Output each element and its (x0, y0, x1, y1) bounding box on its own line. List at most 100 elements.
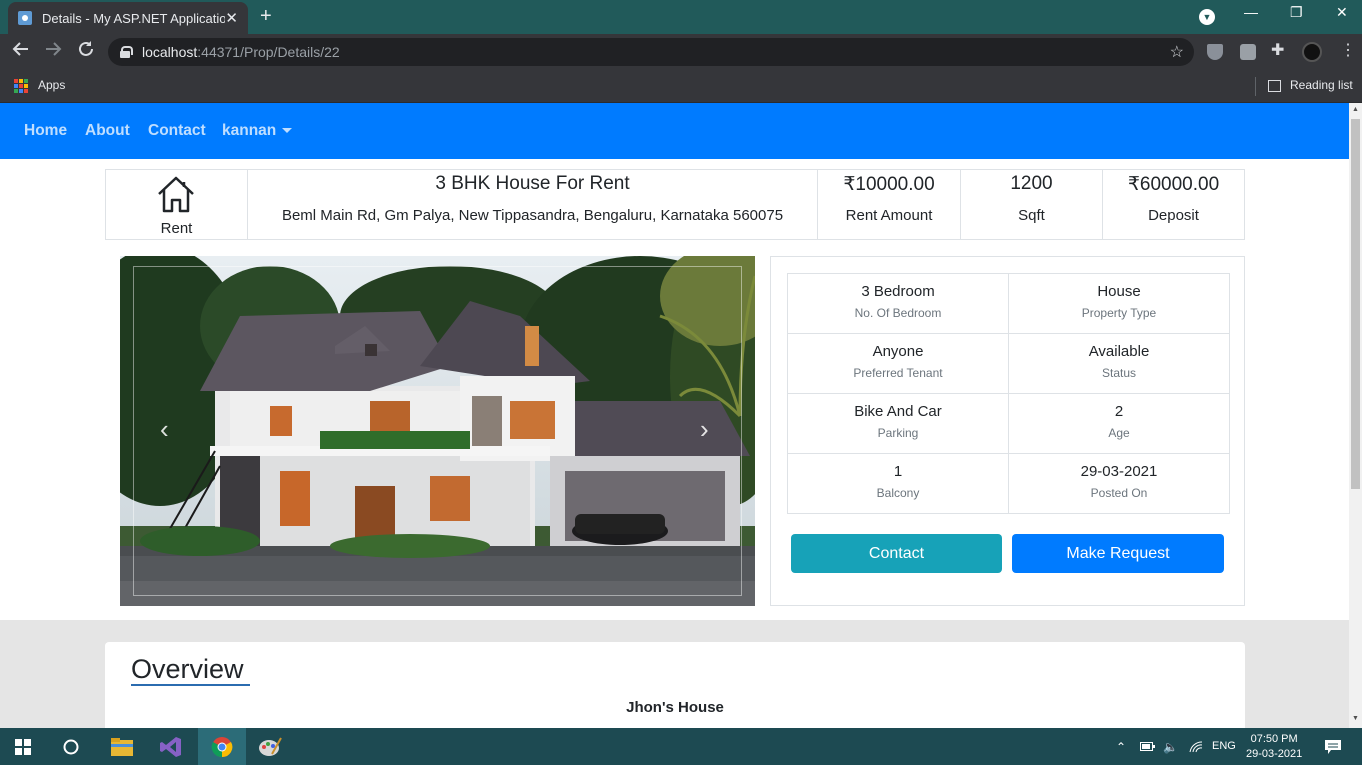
paint-icon[interactable] (258, 736, 282, 758)
scrollbar-thumb[interactable] (1351, 119, 1360, 489)
area-label: Sqft (1018, 207, 1045, 224)
detail-value: Bike And Car (854, 403, 942, 420)
star-icon[interactable]: ☆ (1170, 42, 1184, 62)
bookmarks-bar: Apps Reading list (0, 70, 1362, 103)
window-close-button[interactable]: ✕ (1336, 4, 1348, 21)
detail-value: 29-03-2021 (1080, 463, 1158, 480)
tab-title: Details - My ASP.NET Application (42, 10, 226, 26)
detail-balcony: 1 Balcony (787, 453, 1009, 514)
reading-list-icon[interactable] (1268, 80, 1281, 92)
cortana-icon[interactable] (63, 739, 79, 755)
detail-value: 3 Bedroom (861, 283, 935, 300)
nav-user-dropdown[interactable]: kannan (222, 122, 293, 140)
page-scrollbar[interactable]: ▲ ▼ (1349, 103, 1362, 728)
tab-search-icon[interactable]: ▼ (1199, 9, 1215, 25)
detail-value: Available (1088, 343, 1150, 360)
notification-center-icon[interactable] (1325, 740, 1341, 754)
bookmarks-separator (1255, 77, 1256, 96)
user-name: kannan (222, 122, 277, 139)
url-path: :44371/Prop/Details/22 (197, 44, 340, 60)
detail-label: No. Of Bedroom (854, 306, 942, 320)
browser-toolbar: localhost:44371/Prop/Details/22 ☆ ✚ ⋮ (0, 34, 1362, 70)
property-address: Beml Main Rd, Gm Palya, New Tippasandra,… (281, 207, 784, 224)
site-navbar: Home About Contact kannan (0, 103, 1349, 159)
lock-icon[interactable] (120, 46, 133, 58)
scroll-up-icon[interactable]: ▲ (1352, 106, 1359, 113)
battery-icon[interactable] (1140, 742, 1155, 751)
area-cell: 1200 Sqft (961, 170, 1103, 239)
detail-posted-on: 29-03-2021 Posted On (1008, 453, 1230, 514)
file-explorer-icon[interactable] (111, 738, 133, 756)
rent-amount-label: Rent Amount (845, 207, 933, 224)
apps-grid-icon[interactable] (14, 79, 28, 93)
browser-tab[interactable]: Details - My ASP.NET Application ✕ (8, 2, 248, 34)
detail-label: Posted On (1090, 486, 1148, 500)
detail-status: Available Status (1008, 333, 1230, 394)
chrome-icon[interactable] (211, 736, 233, 758)
shield-extension-icon[interactable] (1207, 44, 1223, 60)
listing-type-cell: Rent (106, 170, 248, 239)
forward-arrow-icon[interactable] (44, 40, 62, 64)
rent-amount-value: ₹10000.00 (843, 174, 935, 195)
minimize-button[interactable]: — (1244, 4, 1258, 20)
tab-close-icon[interactable]: ✕ (225, 9, 238, 27)
page-viewport: Home About Contact kannan Rent 3 BHK Hou… (0, 103, 1349, 728)
nav-about[interactable]: About (85, 122, 130, 140)
language-indicator[interactable]: ENG (1212, 740, 1236, 752)
restore-button[interactable]: ❐ (1290, 4, 1303, 21)
detail-bedroom: 3 Bedroom No. Of Bedroom (787, 273, 1009, 334)
detail-label: Age (1108, 426, 1130, 440)
caret-down-icon (282, 128, 293, 134)
overview-underline (131, 684, 250, 686)
address-bar[interactable]: localhost:44371/Prop/Details/22 ☆ (108, 38, 1194, 66)
detail-value: 1 (893, 463, 903, 480)
detail-label: Preferred Tenant (853, 366, 943, 380)
detail-label: Status (1101, 366, 1137, 380)
detail-parking: Bike And Car Parking (787, 393, 1009, 454)
favicon-icon (18, 11, 32, 25)
wifi-icon[interactable] (1189, 741, 1203, 753)
extension-r-icon[interactable] (1240, 44, 1256, 60)
home-icon (158, 176, 194, 213)
chrome-menu-icon[interactable]: ⋮ (1340, 40, 1356, 62)
profile-avatar[interactable] (1302, 42, 1322, 62)
clock-date: 29-03-2021 (1246, 748, 1303, 760)
new-tab-button[interactable]: + (260, 6, 272, 26)
details-table: 3 Bedroom No. Of Bedroom House Property Ty… (787, 273, 1230, 514)
carousel-frame (133, 266, 742, 596)
title-cell: 3 BHK House For Rent Beml Main Rd, Gm Pa… (248, 170, 818, 239)
nav-home[interactable]: Home (24, 122, 67, 140)
overview-heading: Overview (131, 654, 244, 684)
puzzle-extensions-icon[interactable]: ✚ (1271, 40, 1284, 62)
rent-cell: ₹10000.00 Rent Amount (818, 170, 961, 239)
area-value: 1200 (1010, 173, 1053, 194)
property-image-carousel[interactable]: ‹ › (120, 256, 755, 606)
reload-icon[interactable] (77, 40, 95, 64)
chevron-left-icon[interactable]: ‹ (160, 416, 169, 442)
back-arrow-icon[interactable] (12, 40, 30, 64)
url-host: localhost (142, 44, 198, 60)
reading-list-button[interactable]: Reading list (1290, 78, 1353, 92)
deposit-label: Deposit (1148, 207, 1199, 224)
make-request-button[interactable]: Make Request (1012, 534, 1224, 573)
deposit-value: ₹60000.00 (1127, 174, 1220, 195)
scroll-down-icon[interactable]: ▼ (1352, 715, 1359, 722)
contact-button[interactable]: Contact (791, 534, 1002, 573)
property-summary: Rent 3 BHK House For Rent Beml Main Rd, … (105, 169, 1245, 240)
windows-start-icon[interactable] (15, 739, 31, 755)
chevron-right-icon[interactable]: › (700, 416, 709, 442)
detail-value: House (1097, 283, 1141, 300)
system-clock[interactable]: 07:50 PM 29-03-2021 (1246, 732, 1302, 762)
detail-property-type: House Property Type (1008, 273, 1230, 334)
detail-age: 2 Age (1008, 393, 1230, 454)
clock-time: 07:50 PM (1250, 733, 1298, 745)
visual-studio-icon[interactable] (160, 736, 182, 758)
overview-subtitle: Jhon's House (626, 699, 724, 716)
overview-card: Overview Jhon's House (105, 642, 1245, 728)
volume-icon[interactable]: 🔈 (1163, 740, 1178, 754)
deposit-cell: ₹60000.00 Deposit (1103, 170, 1244, 239)
nav-contact[interactable]: Contact (148, 122, 206, 140)
apps-bookmark[interactable]: Apps (38, 78, 65, 92)
tray-expand-icon[interactable]: ⌃ (1116, 740, 1126, 754)
browser-tab-strip: Details - My ASP.NET Application ✕ + ▼ —… (0, 0, 1362, 34)
